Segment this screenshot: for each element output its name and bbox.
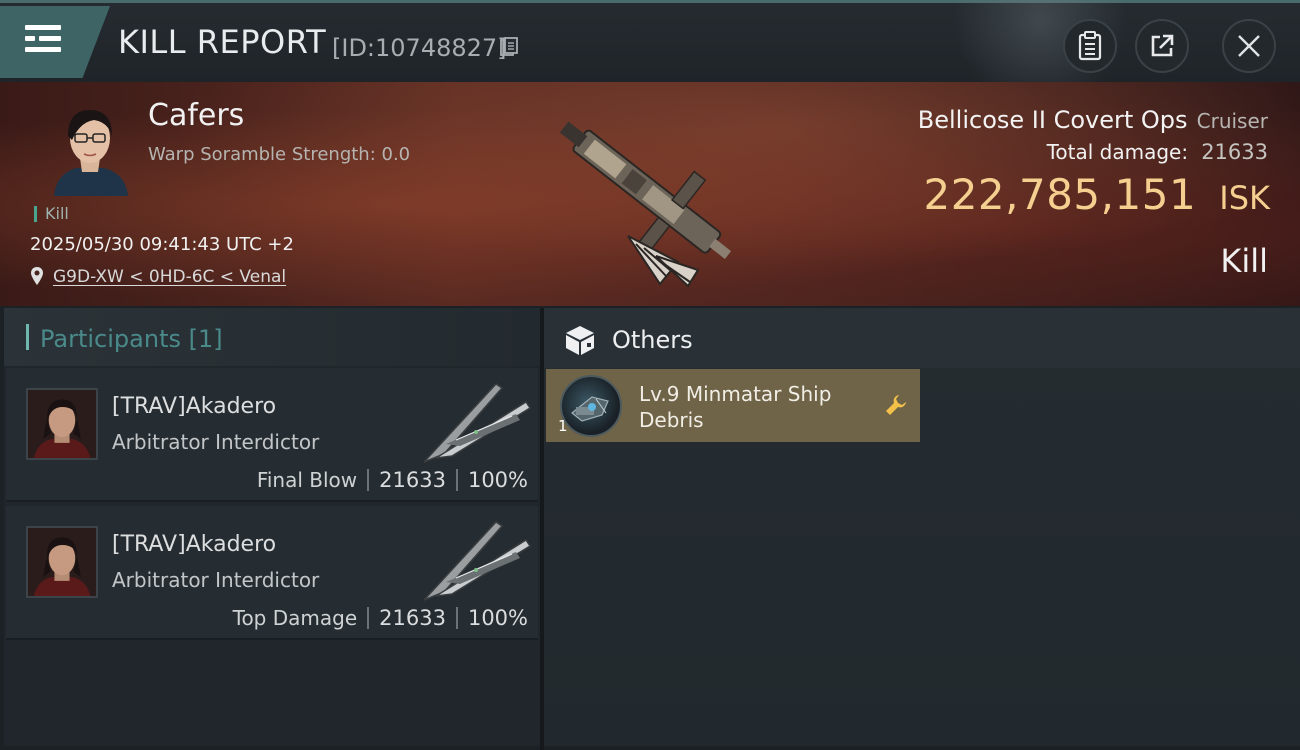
loot-item[interactable]: 1 Lv.9 Minmatar Ship Debris [546, 369, 920, 442]
header-bar: KILL REPORT [ID:10748827] [0, 0, 1300, 93]
header-accent [26, 324, 29, 350]
close-icon [1238, 35, 1260, 57]
others-header: Others [544, 308, 1300, 368]
victim-ship-line: Bellicose II Covert Ops Cruiser [918, 106, 1268, 134]
participant-ship-image [423, 521, 532, 601]
kill-datetime: 2025/05/30 09:41:43 UTC +2 [30, 234, 294, 255]
warp-scramble-strength: Warp Soramble Strength: 0.0 [148, 144, 411, 165]
participant-damage: 21633 [379, 468, 446, 492]
participant-role: Final Blow [256, 468, 358, 492]
close-button[interactable] [1222, 19, 1276, 73]
stats-divider [455, 607, 458, 629]
victim-ship-class: Cruiser [1196, 109, 1268, 133]
stats-divider [367, 607, 370, 629]
participant-name: [TRAV]Akadero [112, 394, 277, 419]
item-thumbnail [560, 375, 622, 437]
participant-portrait[interactable] [26, 526, 98, 598]
others-title: Others [612, 326, 693, 354]
report-id: [ID:10748827] [332, 34, 507, 62]
victim-avatar[interactable] [46, 96, 134, 196]
total-damage: Total damage: 21633 [1047, 140, 1268, 164]
location-link[interactable]: G9D-XW < 0HD-6C < Venal [53, 267, 286, 287]
isk-value: 222,785,151 [923, 170, 1197, 219]
total-damage-value: 21633 [1201, 140, 1268, 164]
victim-name: Cafers [148, 98, 245, 133]
participant-name: [TRAV]Akadero [112, 532, 277, 557]
share-button[interactable] [1135, 19, 1189, 73]
page-title: KILL REPORT [118, 23, 327, 61]
participants-title: Participants [1] [40, 325, 223, 353]
total-damage-label: Total damage: [1046, 140, 1189, 164]
menu-button[interactable] [0, 6, 110, 78]
menu-icon [25, 25, 61, 53]
stats-divider [455, 469, 458, 491]
debris-icon [571, 396, 609, 422]
others-panel: Others 1 Lv.9 Minmatar Ship Debris [544, 308, 1300, 746]
participant-portrait[interactable] [26, 388, 98, 460]
stats-divider [367, 469, 370, 491]
participant-role: Top Damage [232, 606, 358, 630]
box-icon [566, 326, 594, 355]
kill-tag: Kill [34, 206, 69, 222]
participant-ship-image [423, 383, 532, 463]
participant-card[interactable]: [TRAV]Akadero Arbitrator Interdictor Top… [6, 506, 538, 640]
participant-ship: Arbitrator Interdictor [112, 568, 320, 592]
participant-ship: Arbitrator Interdictor [112, 430, 320, 454]
participants-header: Participants [1] [4, 308, 540, 366]
participant-percent: 100% [467, 606, 528, 630]
participant-stats: Final Blow 21633 100% [257, 468, 528, 492]
location-pin-icon [31, 267, 43, 285]
participant-card[interactable]: [TRAV]Akadero Arbitrator Interdictor Fin… [6, 368, 538, 502]
item-quantity: 1 [558, 417, 568, 435]
clipboard-icon [1078, 31, 1102, 61]
share-icon [1151, 34, 1174, 57]
participants-panel: Participants [1] [TRAV]Akadero Arbitrato… [4, 308, 540, 746]
victim-ship-image [559, 121, 732, 288]
participant-percent: 100% [467, 468, 528, 492]
victim-ship-name: Bellicose II Covert Ops [917, 106, 1188, 134]
clipboard-button[interactable] [1063, 19, 1117, 73]
isk-loss: 222,785,151 ISK [923, 170, 1270, 219]
copy-icon[interactable] [500, 37, 518, 57]
wrench-icon [886, 395, 906, 415]
kill-banner: Cafers Warp Soramble Strength: 0.0 Kill … [0, 82, 1300, 306]
participant-damage: 21633 [379, 606, 446, 630]
participant-stats: Top Damage 21633 100% [233, 606, 528, 630]
item-name: Lv.9 Minmatar Ship Debris [639, 382, 832, 432]
isk-unit: ISK [1219, 179, 1270, 217]
result-label: Kill [1220, 242, 1268, 280]
